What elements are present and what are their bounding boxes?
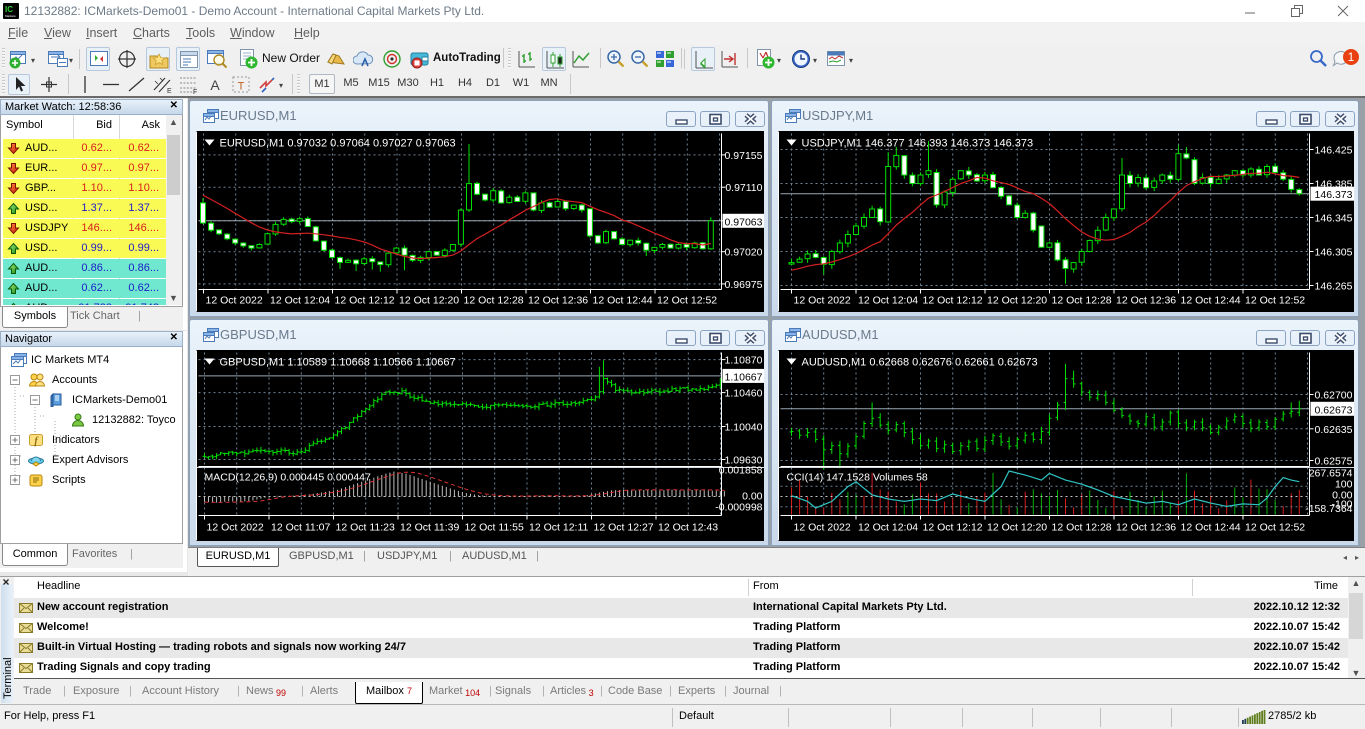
svg-text:12 Oct 12:28: 12 Oct 12:28 bbox=[464, 295, 524, 307]
svg-text:12 Oct 2022: 12 Oct 2022 bbox=[206, 295, 263, 307]
svg-text:1.10870: 1.10870 bbox=[725, 355, 763, 367]
svg-text:12 Oct 12:44: 12 Oct 12:44 bbox=[593, 295, 653, 307]
svg-text:CCI(14) 147.1528 Volumes 58: CCI(14) 147.1528 Volumes 58 bbox=[787, 472, 928, 484]
svg-text:12 Oct 12:11: 12 Oct 12:11 bbox=[529, 522, 589, 534]
svg-text:12 Oct 12:12: 12 Oct 12:12 bbox=[923, 295, 983, 307]
svg-text:0.97110: 0.97110 bbox=[725, 182, 762, 194]
svg-text:1.10667: 1.10667 bbox=[725, 371, 763, 383]
svg-text:MACD(12,26,9) 0.000445 0.00044: MACD(12,26,9) 0.000445 0.000447 bbox=[205, 472, 372, 484]
svg-text:12 Oct 12:36: 12 Oct 12:36 bbox=[1116, 522, 1176, 534]
svg-text:146.373: 146.373 bbox=[1315, 189, 1353, 201]
svg-text:12 Oct 12:43: 12 Oct 12:43 bbox=[658, 522, 718, 534]
svg-text:12 Oct 12:36: 12 Oct 12:36 bbox=[1116, 295, 1176, 307]
svg-text:12 Oct 12:28: 12 Oct 12:28 bbox=[1052, 522, 1112, 534]
svg-text:1: 1 bbox=[1348, 50, 1355, 64]
svg-text:0.62700: 0.62700 bbox=[1315, 390, 1353, 402]
svg-text:12 Oct 12:04: 12 Oct 12:04 bbox=[270, 295, 330, 307]
svg-text:12 Oct 12:04: 12 Oct 12:04 bbox=[858, 522, 918, 534]
svg-text:12 Oct 12:20: 12 Oct 12:20 bbox=[987, 295, 1047, 307]
svg-text:12 Oct 11:23: 12 Oct 11:23 bbox=[336, 522, 396, 534]
svg-text:12 Oct 12:52: 12 Oct 12:52 bbox=[1245, 295, 1305, 307]
svg-text:146.265: 146.265 bbox=[1315, 281, 1353, 293]
svg-text:12 Oct 2022: 12 Oct 2022 bbox=[794, 295, 851, 307]
svg-text:146.425: 146.425 bbox=[1315, 145, 1353, 157]
svg-text:GBPUSD,M1 1.10589 1.10668 1.1: GBPUSD,M1 1.10589 1.10668 1.10566 1.1066… bbox=[220, 357, 456, 369]
svg-text:-0.000998: -0.000998 bbox=[715, 502, 762, 514]
svg-text:12 Oct 12:28: 12 Oct 12:28 bbox=[1052, 295, 1112, 307]
svg-text:AUDUSD,M1 0.62668 0.62676 0.6: AUDUSD,M1 0.62668 0.62676 0.62661 0.6267… bbox=[802, 357, 1038, 369]
svg-text:12 Oct 11:07: 12 Oct 11:07 bbox=[271, 522, 331, 534]
svg-text:12 Oct 12:36: 12 Oct 12:36 bbox=[528, 295, 588, 307]
svg-text:12 Oct 12:44: 12 Oct 12:44 bbox=[1181, 522, 1241, 534]
svg-text:USDJPY,M1 146.377 146.393 146: USDJPY,M1 146.377 146.393 146.373 146.37… bbox=[802, 138, 1034, 150]
svg-text:12 Oct 12:27: 12 Oct 12:27 bbox=[594, 522, 654, 534]
svg-text:12 Oct 2022: 12 Oct 2022 bbox=[794, 522, 851, 534]
svg-text:1.10040: 1.10040 bbox=[725, 422, 763, 434]
svg-text:T: T bbox=[238, 81, 245, 93]
svg-text:-158.7364: -158.7364 bbox=[1305, 503, 1352, 515]
svg-text:F: F bbox=[193, 89, 197, 95]
svg-text:0.97063: 0.97063 bbox=[725, 216, 763, 228]
svg-text:0.001858: 0.001858 bbox=[719, 465, 763, 477]
svg-text:A: A bbox=[210, 77, 220, 93]
svg-text:12 Oct 12:44: 12 Oct 12:44 bbox=[1181, 295, 1241, 307]
svg-text:0.97155: 0.97155 bbox=[725, 150, 763, 162]
svg-text:1.10460: 1.10460 bbox=[725, 388, 763, 400]
svg-text:0.97020: 0.97020 bbox=[725, 247, 763, 259]
svg-text:0.62673: 0.62673 bbox=[1315, 404, 1353, 416]
svg-text:0.62575: 0.62575 bbox=[1315, 456, 1353, 468]
svg-text:146.305: 146.305 bbox=[1315, 247, 1353, 259]
svg-text:E: E bbox=[167, 88, 172, 95]
svg-text:12 Oct 12:12: 12 Oct 12:12 bbox=[335, 295, 395, 307]
svg-text:12 Oct 11:39: 12 Oct 11:39 bbox=[400, 522, 460, 534]
svg-text:12 Oct 12:20: 12 Oct 12:20 bbox=[987, 522, 1047, 534]
svg-text:12 Oct 2022: 12 Oct 2022 bbox=[207, 522, 264, 534]
svg-text:12 Oct 12:52: 12 Oct 12:52 bbox=[1245, 522, 1305, 534]
svg-text:EURUSD,M1 0.97032 0.97064 0.9: EURUSD,M1 0.97032 0.97064 0.97027 0.9706… bbox=[220, 138, 456, 150]
svg-text:0.62635: 0.62635 bbox=[1315, 424, 1353, 436]
svg-text:12 Oct 11:55: 12 Oct 11:55 bbox=[465, 522, 525, 534]
svg-text:12 Oct 12:04: 12 Oct 12:04 bbox=[858, 295, 918, 307]
svg-text:12 Oct 12:20: 12 Oct 12:20 bbox=[399, 295, 459, 307]
svg-text:12 Oct 12:52: 12 Oct 12:52 bbox=[657, 295, 717, 307]
svg-text:0.96975: 0.96975 bbox=[725, 279, 763, 291]
svg-text:146.345: 146.345 bbox=[1315, 213, 1353, 225]
svg-text:12 Oct 12:12: 12 Oct 12:12 bbox=[923, 522, 983, 534]
